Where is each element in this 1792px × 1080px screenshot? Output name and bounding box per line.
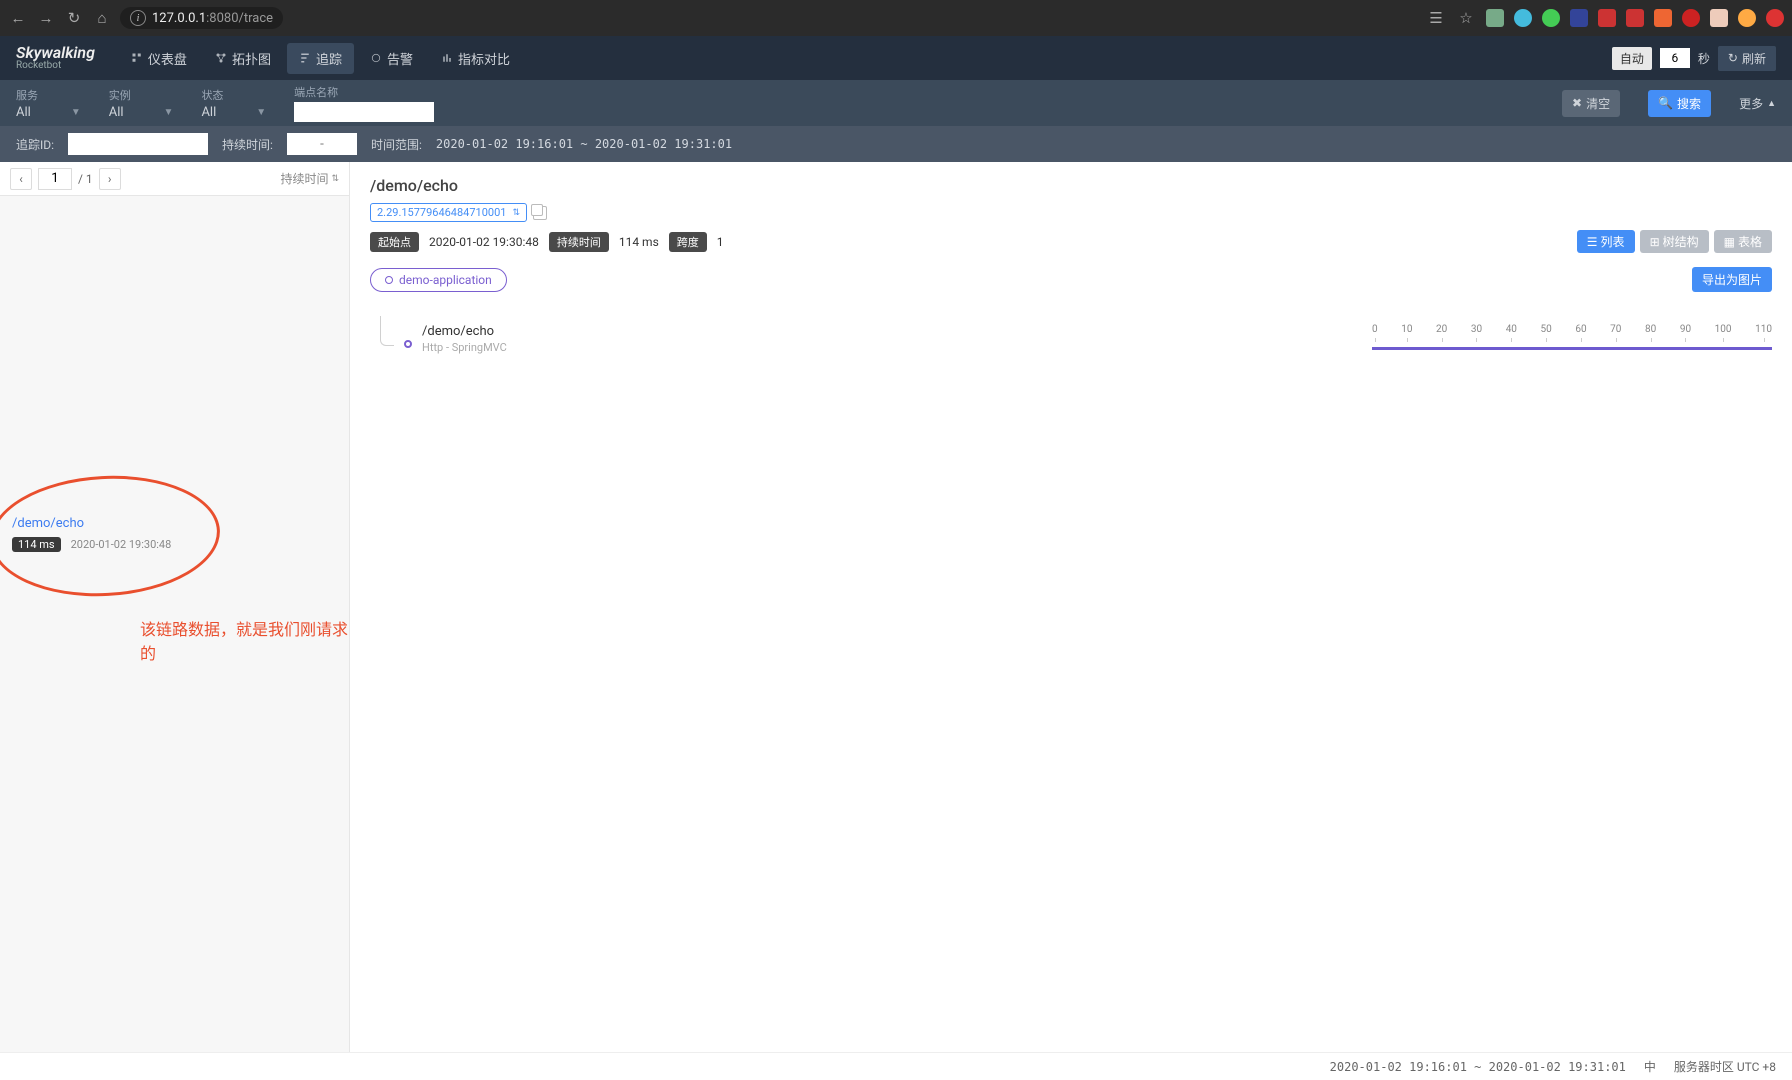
- sort-toggle[interactable]: 持续时间⇅: [280, 170, 339, 187]
- duration-label: 持续时间:: [222, 136, 273, 153]
- trace-time: 2020-01-02 19:30:48: [71, 538, 172, 551]
- seconds-label: 秒: [1698, 50, 1710, 67]
- duration-value: 114 ms: [619, 235, 659, 249]
- duration-input[interactable]: [287, 133, 357, 155]
- filter-bar: 服务 All▼ 实例 All▼ 状态 All▼ 端点名称 ✖清空 🔍搜索 更多▲: [0, 80, 1792, 126]
- logo: Skywalking Rocketbot: [16, 45, 95, 71]
- ext-icon[interactable]: [1654, 9, 1672, 27]
- prev-page-button[interactable]: ‹: [10, 168, 32, 190]
- reload-icon[interactable]: ↻: [64, 8, 84, 28]
- nav-compare[interactable]: 指标对比: [429, 43, 522, 74]
- page-total: / 1: [78, 172, 93, 186]
- ext-icon[interactable]: [1682, 9, 1700, 27]
- back-icon[interactable]: ←: [8, 8, 28, 28]
- instance-filter[interactable]: 实例 All▼: [109, 87, 174, 120]
- annotation-text: 该链路数据，就是我们刚请求的: [140, 616, 349, 664]
- close-icon: ✖: [1572, 96, 1582, 110]
- span-value: 1: [717, 235, 724, 249]
- auto-button[interactable]: 自动: [1612, 47, 1652, 70]
- tree-connector: [380, 316, 394, 346]
- url-bar[interactable]: i 127.0.0.1:8080/trace: [120, 7, 283, 29]
- sort-icon: ⇅: [331, 174, 339, 184]
- search-button[interactable]: 🔍搜索: [1648, 90, 1711, 117]
- app-chip[interactable]: demo-application: [370, 268, 507, 292]
- circle-icon: [385, 276, 393, 284]
- export-button[interactable]: 导出为图片: [1692, 267, 1772, 292]
- start-label: 起始点: [370, 232, 419, 252]
- nav-topology[interactable]: 拓扑图: [203, 43, 283, 74]
- span-label: 跨度: [669, 232, 707, 252]
- chevron-up-icon: ▲: [1767, 98, 1776, 109]
- service-filter[interactable]: 服务 All▼: [16, 87, 81, 120]
- nav-links: 仪表盘 拓扑图 追踪 告警 指标对比: [119, 43, 522, 74]
- timezone-label: 服务器时区 UTC +8: [1674, 1058, 1776, 1075]
- duration-label: 持续时间: [549, 232, 609, 252]
- time-range-label: 时间范围:: [371, 136, 422, 153]
- span-duration-bar: [1372, 347, 1772, 350]
- trace-path: /demo/echo: [12, 516, 171, 531]
- view-tree-button[interactable]: ⊞树结构: [1640, 230, 1709, 253]
- list-icon: ☰: [1587, 235, 1598, 249]
- view-table-button[interactable]: ▦表格: [1714, 230, 1772, 253]
- seconds-input[interactable]: [1660, 48, 1690, 68]
- top-nav: Skywalking Rocketbot 仪表盘 拓扑图 追踪 告警 指标对比 …: [0, 36, 1792, 80]
- footer: 2020-01-02 19:16:01 ~ 2020-01-02 19:31:0…: [0, 1052, 1792, 1080]
- nav-alarm[interactable]: 告警: [358, 43, 425, 74]
- tree-icon: ⊞: [1650, 235, 1660, 249]
- trace-id-input[interactable]: [68, 133, 208, 155]
- search-icon: 🔍: [1658, 96, 1673, 110]
- more-button[interactable]: 更多▲: [1739, 95, 1776, 112]
- copy-icon[interactable]: [533, 206, 547, 220]
- trace-id-badge[interactable]: 2.29.15779646484710001⇅: [370, 203, 527, 222]
- dropdown-icon: ⇅: [512, 208, 520, 218]
- footer-time-range[interactable]: 2020-01-02 19:16:01 ~ 2020-01-02 19:31:0…: [1330, 1060, 1626, 1074]
- info-icon: i: [130, 10, 146, 26]
- ext-icon[interactable]: [1738, 9, 1756, 27]
- timeline-ticks: 0102030405060708090100110: [1372, 324, 1772, 335]
- page-input[interactable]: [38, 168, 72, 190]
- refresh-icon: ↻: [1728, 51, 1738, 65]
- nav-trace[interactable]: 追踪: [287, 43, 354, 74]
- span-sub: Http - SpringMVC: [422, 341, 507, 354]
- table-icon: ▦: [1724, 235, 1735, 249]
- time-range-value[interactable]: 2020-01-02 19:16:01 ~ 2020-01-02 19:31:0…: [436, 137, 732, 151]
- endpoint-input[interactable]: [294, 102, 434, 122]
- trace-id-label: 追踪ID:: [16, 136, 54, 153]
- detail-title: /demo/echo: [370, 176, 1772, 195]
- duration-badge: 114 ms: [12, 537, 61, 552]
- ext-icon[interactable]: [1626, 9, 1644, 27]
- trace-list-item[interactable]: /demo/echo 114 ms 2020-01-02 19:30:48: [0, 506, 183, 562]
- filter-bar-2: 追踪ID: 持续时间: 时间范围: 2020-01-02 19:16:01 ~ …: [0, 126, 1792, 162]
- next-page-button[interactable]: ›: [99, 168, 121, 190]
- ext-icon[interactable]: [1766, 9, 1784, 27]
- refresh-button[interactable]: ↻刷新: [1718, 46, 1776, 71]
- span-dot-icon: [404, 340, 412, 348]
- state-filter[interactable]: 状态 All▼: [201, 87, 266, 120]
- extension-icons: ☰ ☆: [1426, 8, 1784, 28]
- menu-icon[interactable]: ☰: [1426, 8, 1446, 28]
- ext-icon[interactable]: [1486, 9, 1504, 27]
- star-icon[interactable]: ☆: [1456, 8, 1476, 28]
- language-toggle[interactable]: 中: [1644, 1058, 1656, 1075]
- ext-icon[interactable]: [1710, 9, 1728, 27]
- chevron-down-icon: ▼: [256, 107, 266, 118]
- start-value: 2020-01-02 19:30:48: [429, 235, 539, 249]
- timeline: 0102030405060708090100110 /demo/echo Htt…: [370, 324, 1772, 358]
- forward-icon[interactable]: →: [36, 8, 56, 28]
- ext-icon[interactable]: [1598, 9, 1616, 27]
- clear-button[interactable]: ✖清空: [1562, 90, 1620, 117]
- browser-chrome: ← → ↻ ⌂ i 127.0.0.1:8080/trace ☰ ☆: [0, 0, 1792, 36]
- home-icon[interactable]: ⌂: [92, 8, 112, 28]
- trace-list-panel: ‹ / 1 › 持续时间⇅ /demo/echo 114 ms 2020-01-…: [0, 162, 350, 1052]
- trace-detail-panel: /demo/echo 2.29.15779646484710001⇅ 起始点 2…: [350, 162, 1792, 1052]
- chevron-down-icon: ▼: [164, 107, 174, 118]
- ext-icon[interactable]: [1570, 9, 1588, 27]
- ext-icon[interactable]: [1514, 9, 1532, 27]
- span-name: /demo/echo: [422, 324, 507, 339]
- ext-icon[interactable]: [1542, 9, 1560, 27]
- nav-dashboard[interactable]: 仪表盘: [119, 43, 199, 74]
- pager: ‹ / 1 › 持续时间⇅: [0, 162, 349, 196]
- view-list-button[interactable]: ☰列表: [1577, 230, 1635, 253]
- chevron-down-icon: ▼: [71, 107, 81, 118]
